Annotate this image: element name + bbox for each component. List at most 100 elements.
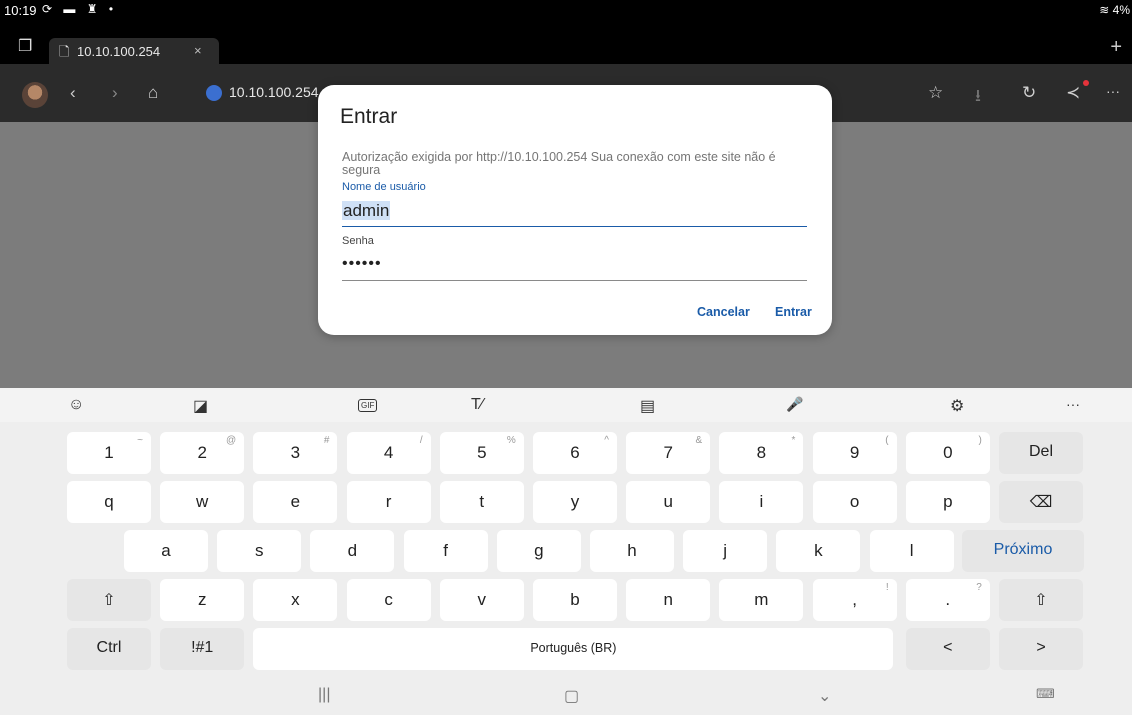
period-key[interactable]: .? bbox=[905, 579, 990, 621]
favorite-icon[interactable]: ☆ bbox=[928, 83, 943, 103]
key-b-label: b bbox=[570, 590, 580, 609]
key-m-label: m bbox=[754, 590, 769, 609]
space-key[interactable]: Português (BR) bbox=[253, 628, 894, 670]
key-6[interactable]: 6 ^ bbox=[533, 432, 617, 474]
back-nav-icon[interactable]: ⌄ bbox=[818, 686, 831, 706]
address-bar[interactable]: 10.10.100.254 bbox=[229, 84, 319, 100]
key-y-label: y bbox=[570, 492, 580, 511]
key-b[interactable]: b bbox=[533, 579, 617, 621]
key-z[interactable]: z bbox=[160, 579, 245, 621]
next-key[interactable]: Próximo bbox=[962, 530, 1084, 572]
forward-icon[interactable]: › bbox=[112, 83, 118, 103]
key-d[interactable]: d bbox=[310, 530, 395, 572]
key-m[interactable]: m bbox=[719, 579, 804, 621]
key-x[interactable]: x bbox=[253, 579, 338, 621]
key-8[interactable]: 8 * bbox=[719, 432, 804, 474]
key-y[interactable]: y bbox=[533, 481, 617, 523]
emoji-icon[interactable]: ☺ bbox=[68, 396, 84, 414]
share-icon[interactable]: ≺ bbox=[1066, 83, 1080, 103]
key-3[interactable]: 3 # bbox=[253, 432, 338, 474]
key-w[interactable]: w bbox=[160, 481, 245, 523]
key-1[interactable]: 1 ~ bbox=[67, 432, 151, 474]
key-2-hint: @ bbox=[226, 435, 237, 446]
key-j[interactable]: j bbox=[683, 530, 768, 572]
key-q[interactable]: q bbox=[67, 481, 151, 523]
key-t-label: t bbox=[479, 492, 485, 511]
key-4[interactable]: 4/ bbox=[346, 432, 431, 474]
comma-key[interactable]: ,! bbox=[812, 579, 897, 621]
key-v[interactable]: v bbox=[439, 579, 524, 621]
key-h[interactable]: h bbox=[590, 530, 674, 572]
key-a[interactable]: a bbox=[124, 530, 208, 572]
key-6-hint: ^ bbox=[604, 435, 609, 446]
key-9[interactable]: 9( bbox=[812, 432, 897, 474]
gif-icon[interactable]: GIF bbox=[358, 399, 378, 412]
key-e[interactable]: e bbox=[253, 481, 338, 523]
key-s[interactable]: s bbox=[217, 530, 302, 572]
key-f[interactable]: f bbox=[403, 530, 488, 572]
home-nav-icon[interactable]: ▢ bbox=[564, 686, 579, 706]
key-i[interactable]: i bbox=[719, 481, 804, 523]
tab-close-button[interactable]: × bbox=[194, 43, 202, 58]
key-k[interactable]: k bbox=[776, 530, 861, 572]
key-q-label: q bbox=[104, 492, 114, 511]
backspace-key[interactable]: ⌫ bbox=[999, 481, 1083, 523]
key-s-label: s bbox=[254, 541, 264, 560]
site-info-icon[interactable] bbox=[206, 85, 222, 101]
key-5[interactable]: 5% bbox=[439, 432, 524, 474]
more-options-icon[interactable]: ··· bbox=[1066, 396, 1080, 412]
key-u[interactable]: u bbox=[626, 481, 711, 523]
key-p-label: p bbox=[943, 492, 953, 511]
virtual-keyboard: 1 ~2 @3 #4/5% 6 ^ 7 & 8 * 9(0) Del q w e r t y u i o p ⌫ a s d f g h… bbox=[0, 422, 1132, 677]
cursor-right-key[interactable]: > bbox=[999, 628, 1083, 670]
back-icon[interactable]: ‹ bbox=[70, 83, 76, 103]
key-o[interactable]: o bbox=[812, 481, 897, 523]
cancel-button[interactable]: Cancelar bbox=[697, 305, 750, 319]
shift-left-key[interactable]: ⇧ bbox=[67, 579, 151, 621]
profile-avatar[interactable] bbox=[22, 82, 48, 108]
ctrl-key[interactable]: Ctrl bbox=[67, 628, 151, 670]
shift-right-key[interactable]: ⇧ bbox=[999, 579, 1083, 621]
submit-button[interactable]: Entrar bbox=[775, 305, 812, 319]
sticker-icon[interactable]: ◪ bbox=[193, 396, 208, 416]
key-t[interactable]: t bbox=[439, 481, 524, 523]
delete-key-label: Del bbox=[1028, 443, 1053, 460]
key-d-label: d bbox=[347, 541, 358, 560]
dialog-message: Autorização exigida por http://10.10.100… bbox=[342, 150, 776, 177]
key-g[interactable]: g bbox=[496, 530, 581, 572]
recents-icon[interactable]: ||| bbox=[318, 686, 330, 704]
key-f-label: f bbox=[443, 541, 448, 560]
key-p[interactable]: p bbox=[905, 481, 990, 523]
key-l[interactable]: l bbox=[869, 530, 954, 572]
status-time: 10:19 bbox=[4, 3, 37, 18]
key-a-label: a bbox=[161, 541, 171, 560]
key-7[interactable]: 7 & bbox=[626, 432, 711, 474]
symbols-key[interactable]: !#1 bbox=[160, 628, 245, 670]
shift-left-key-label: ⇧ bbox=[102, 592, 116, 609]
key-4-label: 4 bbox=[383, 443, 394, 462]
download-icon[interactable]: ⭳ bbox=[975, 83, 981, 112]
new-tab-button[interactable]: + bbox=[1110, 36, 1122, 59]
key-2[interactable]: 2 @ bbox=[160, 432, 245, 474]
cursor-right-key-label: > bbox=[1036, 639, 1046, 656]
more-icon[interactable]: ··· bbox=[1106, 83, 1120, 99]
key-c[interactable]: c bbox=[346, 579, 431, 621]
key-n[interactable]: n bbox=[626, 579, 711, 621]
cursor-left-key[interactable]: < bbox=[905, 628, 990, 670]
refresh-icon[interactable]: ↻ bbox=[1022, 83, 1036, 103]
key-r[interactable]: r bbox=[346, 481, 431, 523]
tab-active[interactable]: 🗋 10.10.100.254 × bbox=[49, 38, 219, 64]
key-8-hint: * bbox=[791, 435, 796, 446]
key-h-label: h bbox=[627, 541, 637, 560]
username-field[interactable]: admin bbox=[342, 201, 807, 227]
keyboard-switch-icon[interactable]: ⌨ bbox=[1036, 686, 1055, 702]
settings-icon[interactable]: ⚙ bbox=[950, 396, 964, 416]
home-icon[interactable]: ⌂ bbox=[148, 83, 158, 103]
key-0[interactable]: 0) bbox=[905, 432, 990, 474]
tab-actions-icon[interactable]: ❐ bbox=[18, 36, 38, 55]
clipboard-icon[interactable]: ▤ bbox=[640, 396, 655, 416]
handwriting-icon[interactable]: T⁄ bbox=[471, 396, 483, 414]
delete-key[interactable]: Del bbox=[999, 432, 1083, 474]
password-field[interactable]: •••••• bbox=[342, 255, 807, 281]
microphone-icon[interactable]: 🎤 bbox=[786, 396, 803, 413]
